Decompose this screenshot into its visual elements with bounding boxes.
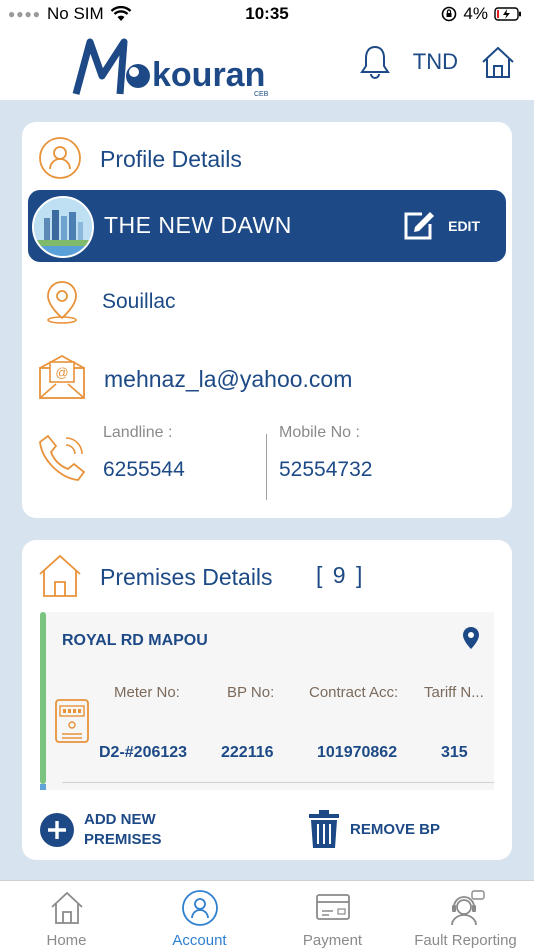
landline-label: Landline : [103, 424, 173, 441]
contract-value: 101970862 [317, 744, 398, 761]
remove-bp-button[interactable]: REMOVE BP [308, 810, 440, 848]
add-circle-icon [40, 813, 74, 847]
support-icon [450, 890, 485, 926]
currency-label[interactable]: TND [413, 49, 458, 75]
phone-divider [266, 434, 267, 500]
tab-home-label: Home [46, 932, 87, 949]
premises-house-icon [39, 554, 81, 597]
tab-account[interactable]: Account [133, 881, 266, 951]
profile-section-title: Profile Details [100, 146, 242, 172]
home-icon [50, 891, 83, 924]
profile-user-icon [39, 137, 81, 179]
add-premises-label-line2: PREMISES [84, 831, 162, 848]
content-area: Profile Details THE NEW DAWN EDIT Souill… [0, 100, 534, 880]
mobile-label: Mobile No : [279, 424, 360, 441]
contract-label: Contract Acc: [309, 684, 399, 701]
tariff-label: Tariff N... [424, 684, 484, 701]
mobile-value: 52554732 [279, 458, 373, 481]
tab-payment[interactable]: Payment [266, 881, 399, 951]
account-name-banner: THE NEW DAWN EDIT [28, 190, 506, 262]
meter-label: Meter No: [114, 684, 180, 701]
edit-profile-button[interactable]: EDIT [402, 210, 480, 242]
edit-label: EDIT [448, 218, 480, 234]
status-bar: ●●●● No SIM 10:35 4% [0, 0, 534, 30]
add-premises-button[interactable]: ADD NEW PREMISES [40, 810, 162, 850]
logo-subtext: CEB [254, 91, 269, 98]
email-icon: @ [39, 354, 85, 399]
meter-value: D2-#206123 [99, 744, 188, 761]
tab-payment-label: Payment [302, 932, 363, 949]
orientation-lock-icon [442, 6, 457, 22]
email-text: mehnaz_la@yahoo.com [104, 366, 353, 392]
notification-bell-icon[interactable] [359, 44, 391, 80]
home-icon[interactable] [480, 44, 516, 80]
logo-text: kouran [152, 56, 265, 94]
tab-account-label: Account [172, 932, 227, 949]
account-avatar [32, 196, 94, 258]
remove-bp-label: REMOVE BP [350, 820, 441, 838]
phone-icon [39, 434, 86, 481]
profile-card: Profile Details THE NEW DAWN EDIT Souill… [22, 122, 512, 518]
header-actions: TND [359, 44, 516, 80]
edit-icon [404, 212, 435, 240]
tariff-value: 315 [441, 744, 468, 761]
premises-item-divider [62, 782, 494, 783]
premises-card: Premises Details [ 9 ] ROYAL RD MAPOU Me… [22, 540, 512, 860]
bp-value: 222116 [221, 744, 274, 761]
battery-percent: 4% [463, 4, 488, 23]
premises-count: [ 9 ] [316, 562, 365, 588]
add-premises-label-line1: ADD NEW [84, 811, 156, 828]
bottom-tab-bar: Home Account Payment Fault Reporting [0, 880, 534, 951]
status-right: 4% [441, 4, 522, 24]
map-pin-icon[interactable] [462, 626, 480, 650]
tab-fault-reporting-label: Fault Reporting [414, 932, 517, 949]
app-header: kouran CEB TND [0, 30, 534, 100]
svg-text:@: @ [55, 365, 68, 380]
landline-value: 6255544 [103, 458, 185, 481]
premises-address: ROYAL RD MAPOU [62, 632, 208, 649]
add-premises-label: ADD NEW PREMISES [84, 810, 162, 850]
location-text: Souillac [102, 290, 176, 313]
tab-home[interactable]: Home [0, 881, 133, 951]
card-icon [315, 894, 350, 920]
premises-item[interactable]: ROYAL RD MAPOU Meter No: BP No: Contract… [40, 612, 494, 790]
city-skyline-icon [34, 198, 92, 256]
mokouran-logo: kouran CEB [72, 38, 269, 98]
premises-status-bar-tail [40, 784, 46, 790]
bp-label: BP No: [227, 684, 275, 701]
trash-icon [309, 810, 339, 848]
user-icon [181, 890, 218, 926]
location-pin-icon [47, 281, 77, 324]
tab-fault-reporting[interactable]: Fault Reporting [399, 881, 532, 951]
battery-icon [494, 7, 521, 21]
electric-meter-icon [55, 699, 89, 743]
premises-section-title: Premises Details [100, 564, 273, 590]
account-name: THE NEW DAWN [104, 212, 292, 238]
premises-status-bar [40, 612, 46, 784]
